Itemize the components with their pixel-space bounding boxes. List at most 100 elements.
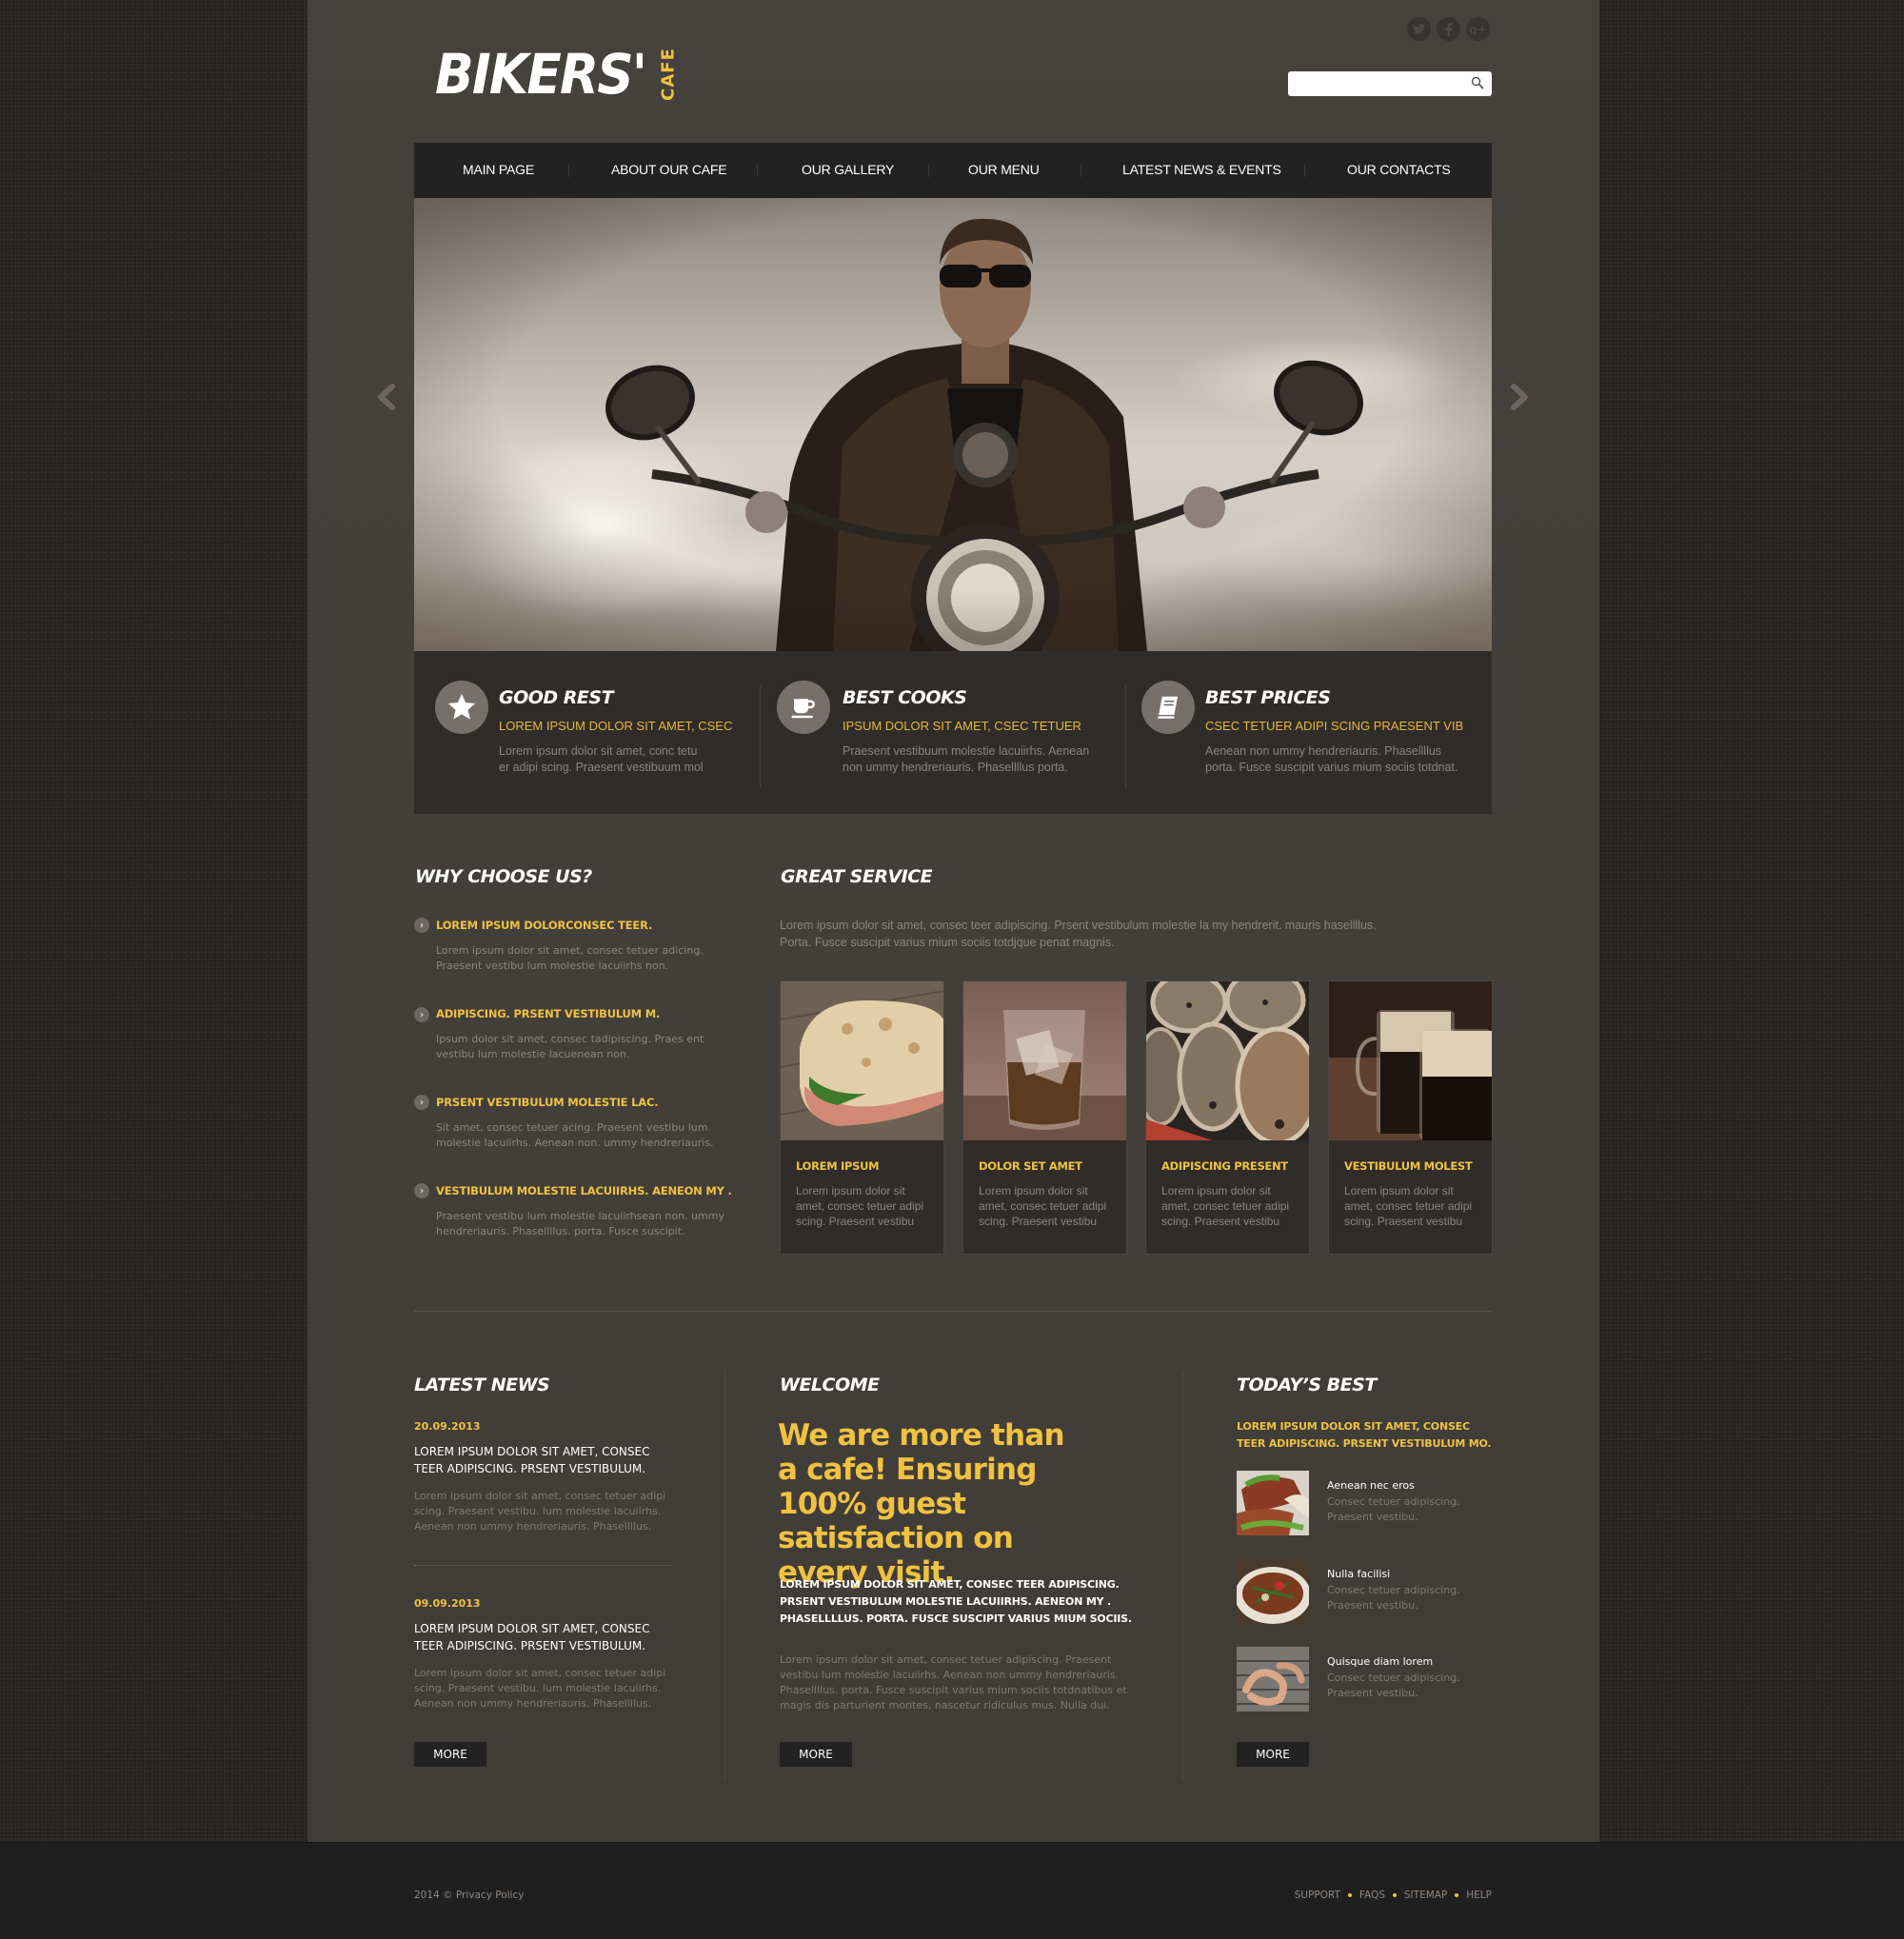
column-divider xyxy=(1182,1371,1183,1780)
feature-text: Lorem ipsum dolor sit amet, conc tetu er… xyxy=(499,744,704,774)
feature-title: BEST PRICES xyxy=(1205,687,1331,708)
card-title: ADIPISCING PRESENT xyxy=(1161,1159,1288,1173)
chevron-right-icon: › xyxy=(414,1095,429,1110)
grilled-dish-thumbnail[interactable] xyxy=(1237,1559,1309,1624)
great-service-title: GREAT SERVICE xyxy=(781,866,933,887)
service-card[interactable]: DOLOR SET AMET Lorem ipsum dolor sit ame… xyxy=(962,980,1127,1255)
welcome-more-button[interactable]: MORE xyxy=(780,1742,852,1767)
feature-subtitle: LOREM IPSUM DOLOR SIT AMET, CSEC xyxy=(499,719,733,733)
nav-item-about[interactable]: ABOUT OUR CAFE xyxy=(611,162,727,177)
hero-slider[interactable] xyxy=(414,198,1492,651)
nav-item-news-events[interactable]: LATEST NEWS & EVENTS xyxy=(1122,162,1281,177)
footer-bullet xyxy=(1392,1893,1397,1897)
news-date: 09.09.2013 xyxy=(414,1597,481,1610)
sandwich-image xyxy=(781,981,943,1140)
nav-item-menu[interactable]: OUR MENU xyxy=(968,162,1040,177)
star-icon xyxy=(435,681,488,734)
nav-item-contacts[interactable]: OUR CONTACTS xyxy=(1347,162,1451,177)
service-card[interactable]: ADIPISCING PRESENT Lorem ipsum dolor sit… xyxy=(1145,980,1310,1255)
footer-copyright[interactable]: 2014 © Privacy Policy xyxy=(414,1890,524,1901)
facebook-icon[interactable] xyxy=(1437,17,1460,41)
feature-divider xyxy=(760,685,761,788)
logo-text[interactable]: BIKERS' xyxy=(435,42,647,107)
why-item-title[interactable]: PRSENT VESTIBULUM MOLESTIE LAC. xyxy=(436,1096,659,1109)
feature-divider xyxy=(1125,685,1126,788)
search-input[interactable] xyxy=(1294,74,1461,93)
grilled-shrimp-thumbnail[interactable] xyxy=(1237,1647,1309,1711)
book-icon xyxy=(1141,681,1195,734)
latest-news-title: LATEST NEWS xyxy=(414,1375,550,1395)
welcome-title: WELCOME xyxy=(780,1375,880,1395)
why-item-title[interactable]: ADIPISCING. PRSENT VESTIBULUM M. xyxy=(436,1007,660,1020)
main-nav: MAIN PAGE ABOUT OUR CAFE OUR GALLERY OUR… xyxy=(414,143,1492,198)
news-title[interactable]: LOREM IPSUM DOLOR SIT AMET, CONSEC TEER … xyxy=(414,1443,662,1477)
news-date: 20.09.2013 xyxy=(414,1420,481,1433)
why-item-text: Praesent vestibu lum molestie lacuiirhse… xyxy=(436,1210,724,1237)
slider-next-arrow[interactable] xyxy=(1508,381,1533,413)
column-divider xyxy=(724,1371,725,1780)
chevron-right-icon: › xyxy=(414,1007,429,1022)
best-item-desc: Consec tetuer adipiscing. Praesent vesti… xyxy=(1327,1495,1460,1523)
great-service-intro: Lorem ipsum dolor sit amet, consec teer … xyxy=(780,919,1377,949)
best-item-name[interactable]: Quisque diam lorem xyxy=(1327,1655,1433,1668)
chevron-right-icon: › xyxy=(414,918,429,933)
feature-title: BEST COOKS xyxy=(843,687,967,708)
why-item-text: Lorem ipsum dolor sit amet, consec tetue… xyxy=(436,944,704,972)
why-item-title[interactable]: VESTIBULUM MOLESTIE LACUIIRHS. AENEON MY… xyxy=(436,1184,732,1197)
logo-subtext: CAFE xyxy=(657,47,680,101)
nav-divider xyxy=(568,164,569,177)
feature-text: Aenean non ummy hendreriauris. Phasellll… xyxy=(1205,744,1458,774)
wine-barrels-image xyxy=(1146,981,1309,1140)
tacos-thumbnail[interactable] xyxy=(1237,1471,1309,1535)
nav-divider xyxy=(757,164,758,177)
whiskey-glass-image xyxy=(963,981,1126,1140)
hero-image xyxy=(414,198,1492,651)
search-icon[interactable] xyxy=(1471,76,1484,89)
footer-links: SUPPORT FAQS SITEMAP HELP xyxy=(1295,1890,1492,1901)
todays-best-caps-text: LOREM IPSUM DOLOR SIT AMET, CONSEC TEER … xyxy=(1237,1420,1492,1450)
why-choose-title: WHY CHOOSE US? xyxy=(415,866,592,887)
welcome-caps-text: LOREM IPSUM DOLOR SIT AMET, CONSEC TEER … xyxy=(780,1578,1132,1625)
card-text: Lorem ipsum dolor sit amet, consec tetue… xyxy=(979,1184,1107,1228)
google-plus-icon[interactable]: g+ xyxy=(1466,17,1490,41)
footer-link-sitemap[interactable]: SITEMAP xyxy=(1404,1890,1447,1901)
best-item-desc: Consec tetuer adipiscing. Praesent vesti… xyxy=(1327,1672,1460,1699)
news-more-button[interactable]: MORE xyxy=(414,1742,486,1767)
search-box xyxy=(1288,71,1492,96)
footer-bullet xyxy=(1347,1893,1352,1897)
nav-divider xyxy=(1304,164,1305,177)
footer-link-faqs[interactable]: FAQS xyxy=(1359,1890,1385,1901)
footer-bullet xyxy=(1455,1893,1459,1897)
card-text: Lorem ipsum dolor sit amet, consec tetue… xyxy=(1161,1184,1290,1228)
twitter-icon[interactable] xyxy=(1407,17,1431,41)
logo-cafe-label: CAFE xyxy=(658,47,679,101)
nav-item-main-page[interactable]: MAIN PAGE xyxy=(463,162,534,177)
card-text: Lorem ipsum dolor sit amet, consec tetue… xyxy=(1344,1184,1473,1228)
todays-best-more-button[interactable]: MORE xyxy=(1237,1742,1309,1767)
beer-mugs-image xyxy=(1329,981,1492,1140)
news-divider xyxy=(414,1565,671,1566)
welcome-headline: We are more than a cafe! Ensuring 100% g… xyxy=(778,1418,1065,1590)
footer-link-help[interactable]: HELP xyxy=(1466,1890,1492,1901)
welcome-text: Lorem ipsum dolor sit amet, consec tetue… xyxy=(780,1653,1127,1711)
card-title: DOLOR SET AMET xyxy=(979,1159,1082,1173)
chevron-right-icon: › xyxy=(414,1183,429,1198)
footer-link-support[interactable]: SUPPORT xyxy=(1295,1890,1340,1901)
footer xyxy=(0,1842,1904,1939)
card-title: VESTIBULUM MOLEST xyxy=(1344,1159,1473,1173)
news-title[interactable]: LOREM IPSUM DOLOR SIT AMET, CONSEC TEER … xyxy=(414,1620,662,1654)
nav-item-gallery[interactable]: OUR GALLERY xyxy=(802,162,894,177)
service-card[interactable]: LOREM IPSUM Lorem ipsum dolor sit amet, … xyxy=(780,980,944,1255)
why-item-text: Ipsum dolor sit amet, consec tadipiscing… xyxy=(436,1033,704,1060)
slider-prev-arrow[interactable] xyxy=(373,381,398,413)
why-item-title[interactable]: LOREM IPSUM DOLORCONSEC TEER. xyxy=(436,919,652,932)
best-item-name[interactable]: Aenean nec eros xyxy=(1327,1479,1415,1492)
best-item-desc: Consec tetuer adipiscing. Praesent vesti… xyxy=(1327,1584,1460,1612)
best-item-name[interactable]: Nulla facilisi xyxy=(1327,1568,1390,1580)
feature-text: Praesent vestibuum molestie lacuiirhs. A… xyxy=(843,744,1090,774)
news-text: Lorem ipsum dolor sit amet, consec tetue… xyxy=(414,1667,666,1710)
feature-subtitle: CSEC TETUER ADIPI SCING PRAESENT VIB xyxy=(1205,719,1464,733)
service-card[interactable]: VESTIBULUM MOLEST Lorem ipsum dolor sit … xyxy=(1328,980,1493,1255)
feature-title: GOOD REST xyxy=(499,687,614,708)
coffee-cup-icon xyxy=(777,681,830,734)
